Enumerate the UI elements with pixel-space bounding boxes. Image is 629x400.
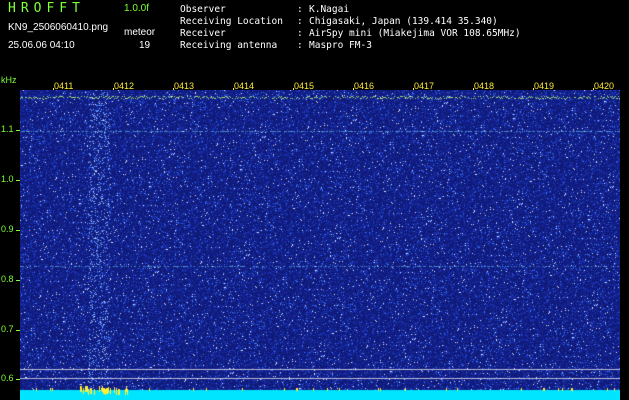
y-tick-label: 1.1 [1,124,14,134]
app-title: HROFFT [8,1,85,16]
y-tick-label: 0.9 [1,224,14,234]
receiver-colon: : [297,28,303,39]
datetime-label: 25.06.06 04:10 [8,40,75,51]
location-colon: : [297,16,303,27]
y-tick-label: 0.7 [1,324,14,334]
spectrogram-canvas [20,90,620,400]
meteor-count: 19 [139,40,151,51]
y-unit-label: kHz [1,75,17,85]
observer-value: K.Nagai [309,4,350,15]
y-tick-label: 0.6 [1,373,14,383]
version-label: 1.0.0f [124,3,150,14]
observer-label: Observer [180,4,226,15]
y-tick-label: 0.8 [1,274,14,284]
filename-label: KN9_2506060410.png [8,22,109,33]
meteor-label: meteor [124,27,156,38]
antenna-label: Receiving antenna [180,40,278,51]
spectrogram-plot[interactable] [20,90,620,400]
observer-colon: : [297,4,303,15]
antenna-value: Maspro FM-3 [309,40,372,51]
receiver-label: Receiver [180,28,226,39]
antenna-colon: : [297,40,303,51]
receiver-value: AirSpy mini (Miakejima VOR 108.65MHz) [309,28,521,39]
location-label: Receiving Location [180,16,283,27]
location-value: Chigasaki, Japan (139.414 35.340) [309,16,498,27]
y-tick-label: 1.0 [1,174,14,184]
